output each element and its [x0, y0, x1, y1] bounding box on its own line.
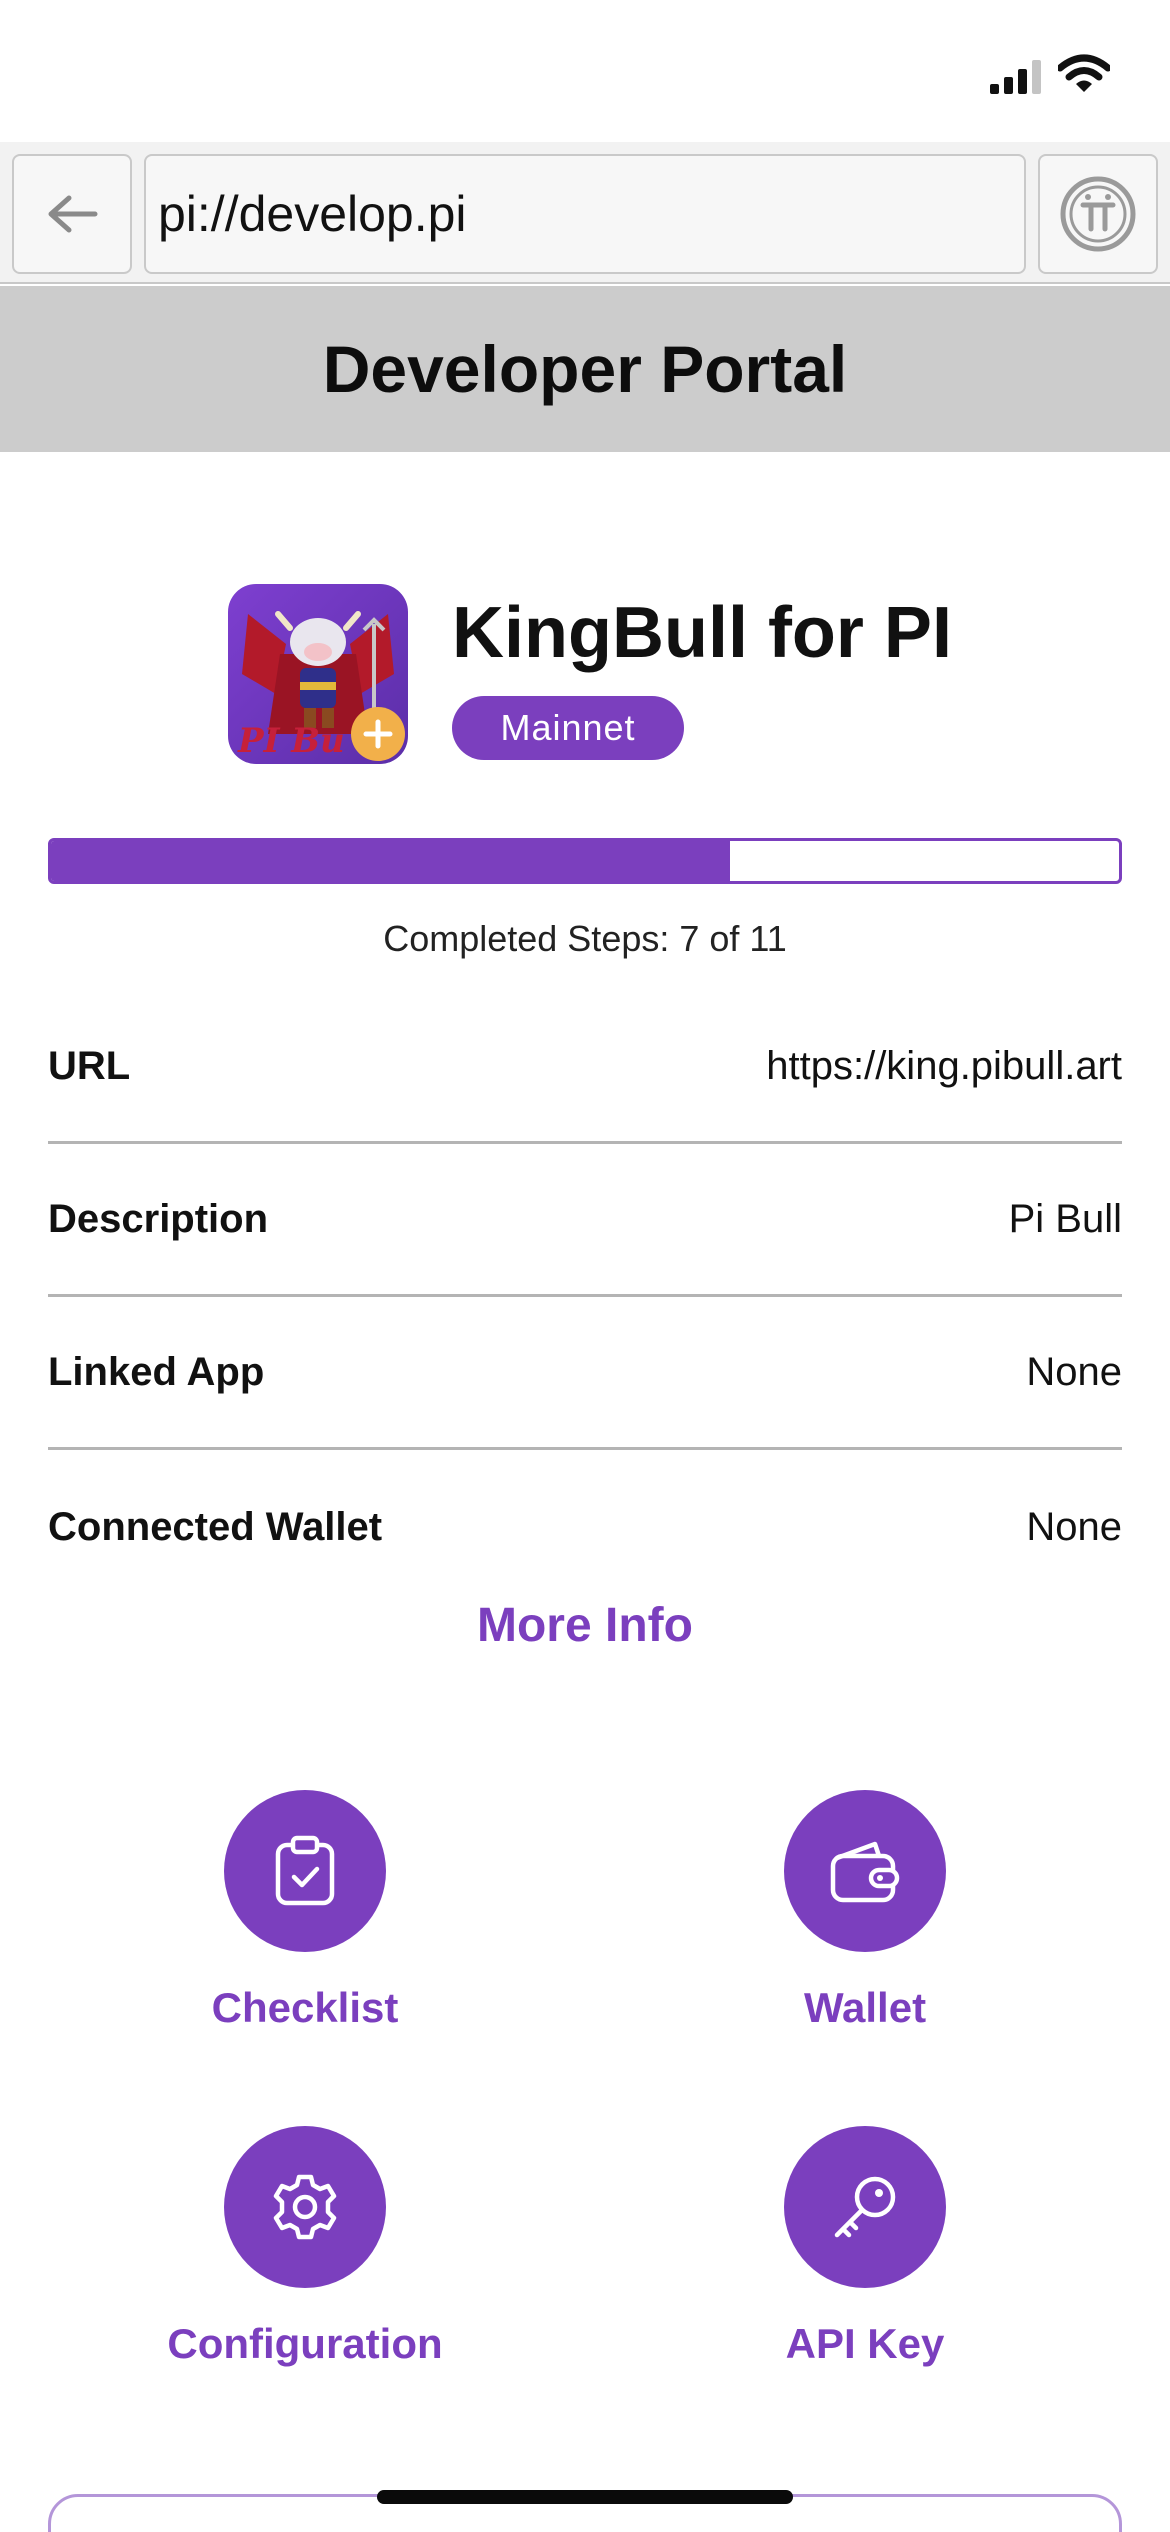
api-key-label: API Key [785, 2320, 945, 2367]
app-icon[interactable]: PI Bu [228, 584, 408, 764]
progress-fill [51, 841, 731, 881]
browser-bar: pi://develop.pi [0, 142, 1170, 284]
wallet-tile[interactable]: Wallet [665, 1790, 1065, 2050]
description-label: Description [48, 1197, 269, 1241]
pi-browser-button[interactable] [1038, 154, 1158, 274]
progress-bar [48, 838, 1122, 884]
url-label: URL [48, 1044, 131, 1088]
app-name: KingBull for PI [452, 593, 952, 673]
gear-icon [273, 2174, 337, 2240]
linked-app-label: Linked App [48, 1350, 265, 1394]
wallet-icon [830, 1841, 900, 1903]
pi-logo-icon [1060, 176, 1136, 252]
app-icon-text: PI Bu [237, 721, 345, 761]
network-badge: Mainnet [452, 696, 684, 760]
checklist-tile[interactable]: Checklist [105, 1790, 505, 2050]
status-bar [0, 0, 1170, 142]
connected-wallet-value: None [1026, 1504, 1122, 1549]
app-logo-image: PI Bu [228, 584, 408, 764]
linked-app-value: None [1026, 1350, 1122, 1394]
back-button[interactable] [12, 154, 132, 274]
checklist-label: Checklist [211, 1984, 399, 2031]
api-key-tile[interactable]: API Key [665, 2126, 1065, 2386]
configuration-tile[interactable]: Configuration [105, 2126, 505, 2386]
configuration-label: Configuration [167, 2320, 443, 2367]
info-row-connected-wallet: Connected Wallet None [48, 1451, 1122, 1603]
configuration-button[interactable] [224, 2126, 386, 2288]
wallet-label: Wallet [803, 1984, 927, 2031]
title-band: Developer Portal [0, 286, 1170, 452]
url-field[interactable]: pi://develop.pi [144, 154, 1026, 274]
clipboard-check-icon [275, 1835, 335, 1906]
home-indicator [377, 2490, 793, 2504]
back-arrow-icon [48, 195, 98, 233]
description-value: Pi Bull [1008, 1197, 1122, 1241]
info-row-url: URL https://king.pibull.art [48, 992, 1122, 1144]
progress-label: Completed Steps: 7 of 11 [383, 918, 787, 959]
wifi-icon [1058, 54, 1110, 92]
connected-wallet-label: Connected Wallet [48, 1504, 383, 1549]
key-icon [834, 2176, 896, 2238]
wallet-button[interactable] [784, 1790, 946, 1952]
cellular-signal-icon [990, 60, 1041, 94]
page-title: Developer Portal [322, 332, 848, 406]
checklist-button[interactable] [224, 1790, 386, 1952]
more-info-link[interactable]: More Info [0, 1598, 1170, 1653]
info-row-linked-app: Linked App None [48, 1298, 1122, 1450]
url-value[interactable]: https://king.pibull.art [766, 1044, 1122, 1089]
api-key-button[interactable] [784, 2126, 946, 2288]
info-row-description: Description Pi Bull [48, 1145, 1122, 1297]
